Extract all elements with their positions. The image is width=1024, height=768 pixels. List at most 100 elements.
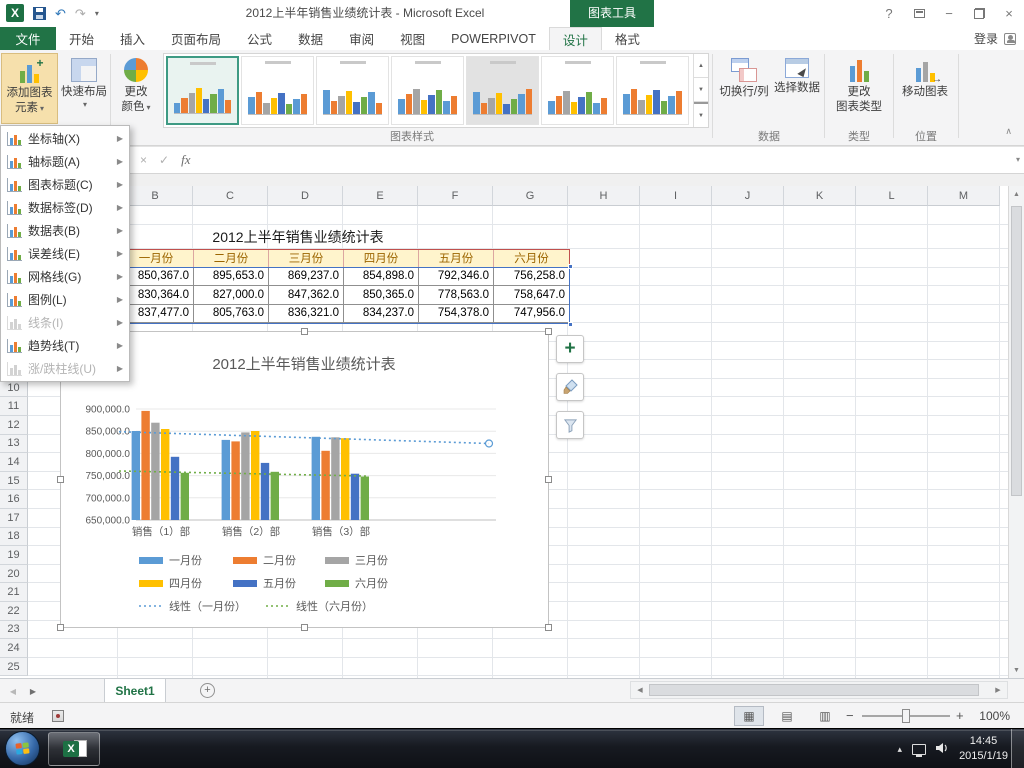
sheet-nav-left-icon[interactable]: ◀ bbox=[4, 679, 22, 703]
menu-item-轴标题(A)[interactable]: 轴标题(A) ▶ bbox=[2, 150, 128, 173]
vscroll-thumb[interactable] bbox=[1011, 206, 1022, 496]
menu-item-数据表(B)[interactable]: 数据表(B) ▶ bbox=[2, 219, 128, 242]
ribbon-tab-视图[interactable]: 视图 bbox=[387, 27, 438, 50]
row-header-22[interactable]: 22 bbox=[0, 602, 28, 621]
table-cell[interactable]: 895,653.0 bbox=[194, 267, 269, 286]
row-header-21[interactable]: 21 bbox=[0, 583, 28, 602]
macro-record-icon[interactable] bbox=[52, 710, 64, 722]
chart-filter-button[interactable] bbox=[556, 411, 584, 439]
add-chart-element-button[interactable]: 添加图表 元素▾ bbox=[1, 53, 58, 124]
row-header-23[interactable]: 23 bbox=[0, 620, 28, 640]
column-header-K[interactable]: K bbox=[784, 186, 856, 206]
ribbon-tab-插入[interactable]: 插入 bbox=[107, 27, 158, 50]
new-sheet-button[interactable]: + bbox=[200, 683, 215, 698]
range-handle[interactable] bbox=[568, 322, 573, 327]
insert-function-button[interactable]: fx bbox=[181, 152, 190, 168]
table-cell[interactable]: 778,563.0 bbox=[419, 286, 494, 305]
table-cell[interactable]: 830,364.0 bbox=[119, 286, 194, 305]
tray-display-icon[interactable] bbox=[912, 743, 927, 757]
zoom-level[interactable]: 100% bbox=[979, 709, 1010, 723]
row-header-13[interactable]: 13 bbox=[0, 434, 28, 454]
row-header-11[interactable]: 11 bbox=[0, 397, 28, 416]
zoom-slider[interactable] bbox=[862, 709, 950, 723]
row-header-25[interactable]: 25 bbox=[0, 657, 28, 677]
table-header-month[interactable]: 四月份 bbox=[344, 250, 419, 267]
row-header-12[interactable]: 12 bbox=[0, 416, 28, 435]
column-header-D[interactable]: D bbox=[268, 186, 343, 206]
row-header-16[interactable]: 16 bbox=[0, 490, 28, 509]
column-header-F[interactable]: F bbox=[418, 186, 493, 206]
chart-style-thumb-3[interactable] bbox=[316, 56, 389, 125]
chart-handle[interactable] bbox=[300, 328, 308, 335]
row-header-18[interactable]: 18 bbox=[0, 527, 28, 547]
embedded-chart[interactable]: 2012上半年销售业绩统计表 900,000.0 850,000.0 800,000.… bbox=[57, 328, 552, 631]
quick-layout-button[interactable]: 快速布局 ▾ bbox=[60, 53, 108, 124]
row-header-15[interactable]: 15 bbox=[0, 471, 28, 491]
spreadsheet-grid[interactable]: 2012上半年销售业绩统计表 2012上半年销售业绩统计表 900,000.0 85… bbox=[0, 186, 1008, 678]
select-data-button[interactable]: 选择数据 bbox=[772, 53, 822, 124]
table-header-month[interactable]: 五月份 bbox=[419, 250, 494, 267]
ribbon-display-options-button[interactable] bbox=[904, 0, 934, 27]
taskbar-clock[interactable]: 14:45 2015/1/19 bbox=[959, 734, 1008, 764]
taskbar-excel-button[interactable] bbox=[48, 732, 100, 766]
row-header-14[interactable]: 14 bbox=[0, 453, 28, 472]
close-button[interactable]: × bbox=[994, 0, 1024, 27]
tray-expand-icon[interactable]: ▴ bbox=[898, 744, 903, 755]
menu-item-网格线(G)[interactable]: 网格线(G) ▶ bbox=[2, 265, 128, 288]
column-header-M[interactable]: M bbox=[928, 186, 1000, 206]
chart-handle[interactable] bbox=[545, 475, 552, 483]
chart-style-thumb-5[interactable] bbox=[466, 56, 539, 125]
horizontal-scrollbar[interactable]: ◀ ▶ bbox=[630, 681, 1008, 699]
zoom-in-button[interactable]: + bbox=[956, 708, 964, 723]
column-header-L[interactable]: L bbox=[856, 186, 928, 206]
table-cell[interactable]: 792,346.0 bbox=[419, 267, 494, 286]
chart-style-thumb-1[interactable] bbox=[166, 56, 239, 125]
gallery-down-icon[interactable]: ▼ bbox=[694, 78, 708, 102]
row-header-20[interactable]: 20 bbox=[0, 564, 28, 584]
menu-item-趋势线(T)[interactable]: 趋势线(T) ▶ bbox=[2, 334, 128, 357]
chart-style-button[interactable] bbox=[556, 373, 584, 401]
sign-in-button[interactable]: 登录 bbox=[974, 27, 1016, 50]
ribbon-tab-设计[interactable]: 设计 bbox=[548, 27, 602, 50]
table-cell[interactable]: 847,362.0 bbox=[269, 286, 344, 305]
sheet-nav-right-icon[interactable]: ▶ bbox=[24, 679, 42, 703]
restore-button[interactable] bbox=[964, 0, 994, 27]
table-cell[interactable]: 850,367.0 bbox=[119, 267, 194, 286]
column-header-I[interactable]: I bbox=[640, 186, 712, 206]
ribbon-tab-审阅[interactable]: 审阅 bbox=[336, 27, 387, 50]
table-cell[interactable]: 805,763.0 bbox=[194, 304, 269, 323]
table-cell[interactable]: 827,000.0 bbox=[194, 286, 269, 305]
ribbon-tab-开始[interactable]: 开始 bbox=[56, 27, 107, 50]
chart-handle[interactable] bbox=[545, 624, 552, 631]
row-header-24[interactable]: 24 bbox=[0, 639, 28, 658]
show-desktop-button[interactable] bbox=[1011, 729, 1024, 768]
change-chart-type-button[interactable]: 更改 图表类型 bbox=[828, 53, 890, 124]
help-button[interactable]: ? bbox=[874, 0, 904, 27]
table-header-month[interactable]: 一月份 bbox=[119, 250, 194, 267]
collapse-ribbon-icon[interactable]: ∧ bbox=[1005, 126, 1012, 137]
column-header-C[interactable]: C bbox=[193, 186, 268, 206]
move-chart-button[interactable]: 移动图表 bbox=[896, 53, 954, 124]
vertical-scrollbar[interactable]: ▲ ▼ bbox=[1008, 186, 1024, 678]
undo-button[interactable]: ↶ bbox=[55, 7, 66, 20]
start-button[interactable] bbox=[5, 731, 40, 766]
chart-handle[interactable] bbox=[57, 624, 64, 631]
gallery-more-icon[interactable]: ▼ bbox=[694, 102, 708, 127]
table-header-month[interactable]: 三月份 bbox=[269, 250, 344, 267]
column-header-H[interactable]: H bbox=[568, 186, 640, 206]
enter-icon[interactable]: ✓ bbox=[159, 153, 169, 167]
chart-data-range[interactable]: 850,367.0 895,653.0 869,237.0 854,898.0 792,… bbox=[115, 263, 573, 327]
column-header-J[interactable]: J bbox=[712, 186, 784, 206]
switch-row-column-button[interactable]: 切换行/列 bbox=[718, 53, 770, 124]
table-cell[interactable]: 756,258.0 bbox=[494, 268, 569, 286]
hscroll-right-icon[interactable]: ▶ bbox=[991, 682, 1005, 698]
chart-handle[interactable] bbox=[57, 475, 64, 483]
column-header-E[interactable]: E bbox=[343, 186, 418, 206]
table-cell[interactable]: 758,647.0 bbox=[494, 286, 569, 305]
table-header-month[interactable]: 六月份 bbox=[494, 250, 569, 267]
ribbon-tab-数据[interactable]: 数据 bbox=[285, 27, 336, 50]
menu-item-图表标题(C)[interactable]: 图表标题(C) ▶ bbox=[2, 173, 128, 196]
ribbon-tab-格式[interactable]: 格式 bbox=[602, 27, 653, 50]
tab-file[interactable]: 文件 bbox=[0, 27, 56, 50]
vscroll-down-icon[interactable]: ▼ bbox=[1009, 662, 1024, 678]
